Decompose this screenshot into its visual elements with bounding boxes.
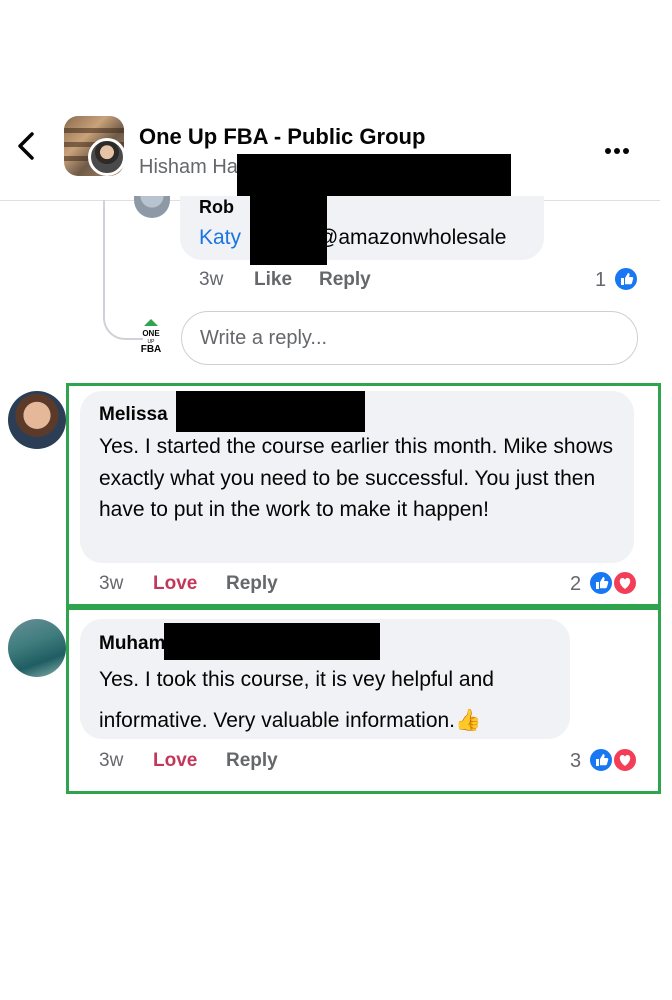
group-title[interactable]: One Up FBA - Public Group <box>139 124 425 150</box>
comment-text-body: Yes. I took this course, it is vey helpf… <box>99 668 494 732</box>
avatar[interactable] <box>8 619 66 677</box>
like-reaction-icon <box>588 570 614 596</box>
thumbs-up-emoji: 👍 <box>455 709 482 732</box>
group-logo: ONE UP FBA <box>134 316 168 358</box>
logo-text: ONE <box>142 329 160 338</box>
reaction-count[interactable]: 3 <box>570 750 581 773</box>
user-avatar-mini <box>88 138 126 176</box>
avatar[interactable] <box>134 196 170 218</box>
redaction-box <box>176 391 365 432</box>
reply-button[interactable]: Reply <box>226 573 278 595</box>
reaction-count[interactable]: 2 <box>570 573 581 596</box>
chevron-left-icon <box>18 132 34 160</box>
avatar[interactable] <box>8 391 66 449</box>
like-reaction-icon <box>588 747 614 773</box>
love-reaction-icon <box>612 570 638 596</box>
redaction-box <box>250 196 327 265</box>
more-options-icon <box>605 148 611 154</box>
like-button[interactable]: Like <box>254 269 292 291</box>
comment-text: Yes. I started the course earlier this m… <box>99 435 613 521</box>
comment-text: Katy @amazonwholesale <box>199 226 506 250</box>
comment-author[interactable]: Rob <box>199 197 234 218</box>
write-reply-input[interactable] <box>181 311 638 365</box>
comment-text-suffix: @amazonwholesale <box>317 226 507 249</box>
redaction-box <box>164 623 380 660</box>
logo-text: FBA <box>141 344 162 355</box>
comment-time[interactable]: 3w <box>99 750 123 772</box>
mention-link[interactable]: Katy <box>199 226 241 249</box>
comment-author[interactable]: Muham <box>99 633 166 655</box>
group-subtitle: Hisham Ha <box>139 156 238 178</box>
love-reaction-icon <box>612 747 638 773</box>
reply-button[interactable]: Reply <box>226 750 278 772</box>
reply-button[interactable]: Reply <box>319 269 371 291</box>
comment-text: Yes. I took this course, it is vey helpf… <box>99 659 559 741</box>
comment-time[interactable]: 3w <box>199 269 223 291</box>
comment-author[interactable]: Melissa <box>99 404 168 426</box>
back-button[interactable] <box>14 128 42 164</box>
more-options-button[interactable] <box>605 133 635 161</box>
love-button[interactable]: Love <box>153 573 197 595</box>
comment-time[interactable]: 3w <box>99 573 123 595</box>
love-button[interactable]: Love <box>153 750 197 772</box>
like-reaction-icon <box>613 266 639 292</box>
reaction-count[interactable]: 1 <box>595 269 606 292</box>
